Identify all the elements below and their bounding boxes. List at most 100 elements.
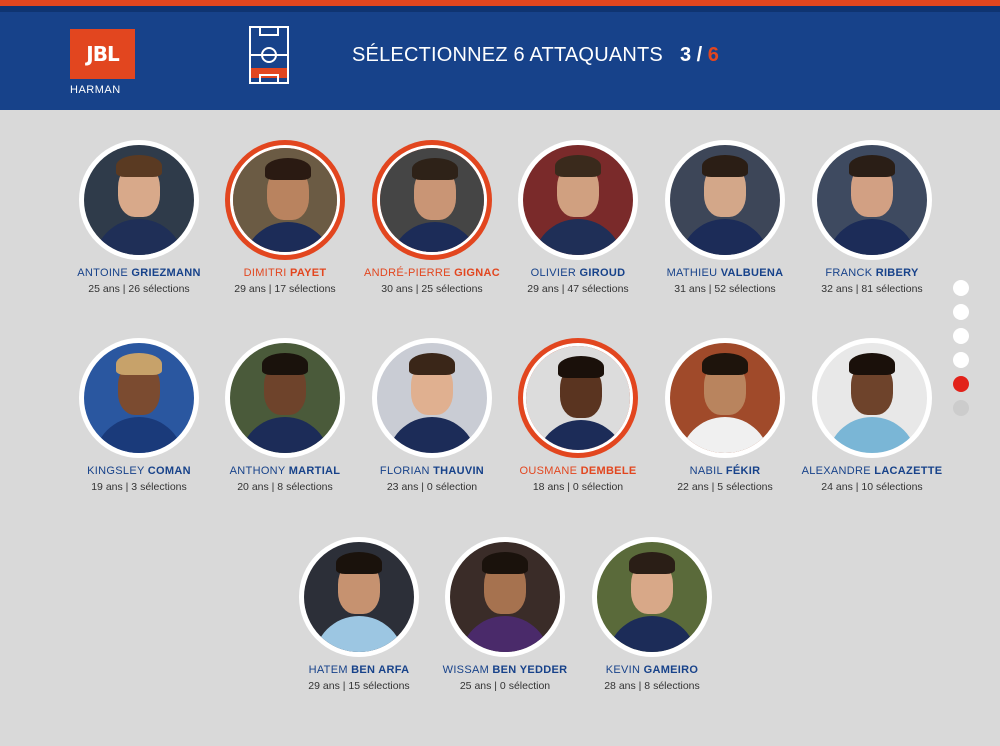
player-photo[interactable]: [372, 140, 492, 260]
player-photo[interactable]: [445, 537, 565, 657]
jbl-logo-mark: JBL: [70, 29, 135, 79]
pagination-dot[interactable]: [953, 400, 969, 416]
player-last-name: RIBERY: [875, 267, 919, 279]
player-stats: 32 ans | 81 sélections: [821, 283, 923, 295]
player-stats: 29 ans | 15 sélections: [308, 680, 410, 692]
player-card[interactable]: ALEXANDRE LACAZETTE 24 ans | 10 sélection…: [792, 338, 952, 495]
pagination-dots: [953, 280, 971, 424]
player-name: OLIVIER GIROUD: [498, 265, 658, 281]
player-stats: 25 ans | 0 sélection: [459, 680, 551, 692]
player-first-name: WISSAM: [442, 664, 490, 676]
player-name: ANDRÉ-PIERRE GIGNAC: [352, 265, 512, 281]
player-card[interactable]: ANDRÉ-PIERRE GIGNAC 30 ans | 25 sélection…: [352, 140, 512, 297]
player-name: OUSMANE DEMBELE: [498, 463, 658, 479]
player-last-name: LACAZETTE: [874, 465, 943, 477]
player-photo[interactable]: [518, 140, 638, 260]
player-first-name: ANTHONY: [229, 465, 286, 477]
player-photo[interactable]: [592, 537, 712, 657]
player-photo[interactable]: [665, 338, 785, 458]
player-last-name: PAYET: [290, 267, 327, 279]
player-photo[interactable]: [79, 140, 199, 260]
player-first-name: FLORIAN: [379, 465, 430, 477]
player-first-name: KEVIN: [605, 664, 641, 676]
player-card[interactable]: OUSMANE DEMBELE 18 ans | 0 sélection: [498, 338, 658, 495]
player-card[interactable]: NABIL FÉKIR 22 ans | 5 sélections: [645, 338, 805, 495]
player-stats: 23 ans | 0 sélection: [386, 481, 478, 493]
player-card[interactable]: KEVIN GAMEIRO 28 ans | 8 sélections: [572, 537, 732, 694]
count-separator: /: [691, 44, 708, 66]
pitch-icon: [249, 26, 289, 84]
player-card[interactable]: ANTOINE GRIEZMANN 25 ans | 26 sélections: [59, 140, 219, 297]
player-first-name: NABIL: [689, 465, 723, 477]
player-card[interactable]: HATEM BEN ARFA 29 ans | 15 sélections: [279, 537, 439, 694]
player-card[interactable]: FRANCK RIBERY 32 ans | 81 sélections: [792, 140, 952, 297]
player-photo[interactable]: [518, 338, 638, 458]
player-name: FLORIAN THAUVIN: [352, 463, 512, 479]
player-photo[interactable]: [372, 338, 492, 458]
player-card[interactable]: OLIVIER GIROUD 29 ans | 47 sélections: [498, 140, 658, 297]
player-photo[interactable]: [812, 338, 932, 458]
pagination-dot[interactable]: [953, 304, 969, 320]
player-card[interactable]: KINGSLEY COMAN 19 ans | 3 sélections: [59, 338, 219, 495]
player-name: MATHIEU VALBUENA: [645, 265, 805, 281]
player-first-name: ANTOINE: [77, 267, 129, 279]
player-stats: 20 ans | 8 sélections: [237, 481, 333, 493]
player-stats: 22 ans | 5 sélections: [677, 481, 773, 493]
player-last-name: GRIEZMANN: [131, 267, 201, 279]
pagination-dot[interactable]: [953, 352, 969, 368]
player-first-name: OUSMANE: [519, 465, 578, 477]
player-last-name: BEN ARFA: [351, 664, 410, 676]
pagination-dot[interactable]: [953, 328, 969, 344]
player-photo[interactable]: [665, 140, 785, 260]
player-last-name: THAUVIN: [433, 465, 485, 477]
player-last-name: VALBUENA: [720, 267, 784, 279]
player-stats: 24 ans | 10 sélections: [821, 481, 923, 493]
player-name: ANTHONY MARTIAL: [205, 463, 365, 479]
pagination-dot[interactable]: [953, 376, 969, 392]
player-stats: 28 ans | 8 sélections: [604, 680, 700, 692]
player-name: ANTOINE GRIEZMANN: [59, 265, 219, 281]
player-card[interactable]: ANTHONY MARTIAL 20 ans | 8 sélections: [205, 338, 365, 495]
player-photo[interactable]: [225, 338, 345, 458]
player-first-name: ALEXANDRE: [801, 465, 871, 477]
player-last-name: BEN YEDDER: [492, 664, 568, 676]
player-stats: 31 ans | 52 sélections: [674, 283, 776, 295]
player-stats: 29 ans | 47 sélections: [527, 283, 629, 295]
selected-count: 3: [680, 44, 692, 66]
page-title: SÉLECTIONNEZ 6 ATTAQUANTS: [352, 44, 663, 66]
player-name: KEVIN GAMEIRO: [572, 662, 732, 678]
player-photo[interactable]: [299, 537, 419, 657]
player-photo[interactable]: [812, 140, 932, 260]
player-name: NABIL FÉKIR: [645, 463, 805, 479]
player-first-name: ANDRÉ-PIERRE: [364, 267, 451, 279]
player-card[interactable]: FLORIAN THAUVIN 23 ans | 0 sélection: [352, 338, 512, 495]
player-photo[interactable]: [225, 140, 345, 260]
player-card[interactable]: WISSAM BEN YEDDER 25 ans | 0 sélection: [425, 537, 585, 694]
player-stats: 30 ans | 25 sélections: [381, 283, 483, 295]
player-last-name: FÉKIR: [725, 465, 761, 477]
player-last-name: COMAN: [147, 465, 191, 477]
jbl-logo: JBL HARMAN: [70, 24, 140, 96]
player-first-name: FRANCK: [825, 267, 873, 279]
player-card[interactable]: MATHIEU VALBUENA 31 ans | 52 sélections: [645, 140, 805, 297]
selection-counter: 3 / 6: [680, 44, 719, 67]
player-last-name: MARTIAL: [288, 465, 341, 477]
player-name: FRANCK RIBERY: [792, 265, 952, 281]
player-stats: 18 ans | 0 sélection: [532, 481, 624, 493]
player-last-name: GIROUD: [579, 267, 626, 279]
player-last-name: GIGNAC: [454, 267, 500, 279]
player-name: ALEXANDRE LACAZETTE: [792, 463, 952, 479]
player-last-name: DEMBELE: [580, 465, 637, 477]
player-stats: 29 ans | 17 sélections: [234, 283, 336, 295]
player-name: DIMITRI PAYET: [205, 265, 365, 281]
player-photo[interactable]: [79, 338, 199, 458]
pagination-dot[interactable]: [953, 280, 969, 296]
harman-label: HARMAN: [70, 84, 121, 96]
player-stats: 19 ans | 3 sélections: [91, 481, 187, 493]
player-first-name: KINGSLEY: [87, 465, 145, 477]
player-stats: 25 ans | 26 sélections: [88, 283, 190, 295]
player-first-name: HATEM: [308, 664, 348, 676]
player-first-name: DIMITRI: [243, 267, 287, 279]
player-first-name: OLIVIER: [530, 267, 577, 279]
player-card[interactable]: DIMITRI PAYET 29 ans | 17 sélections: [205, 140, 365, 297]
